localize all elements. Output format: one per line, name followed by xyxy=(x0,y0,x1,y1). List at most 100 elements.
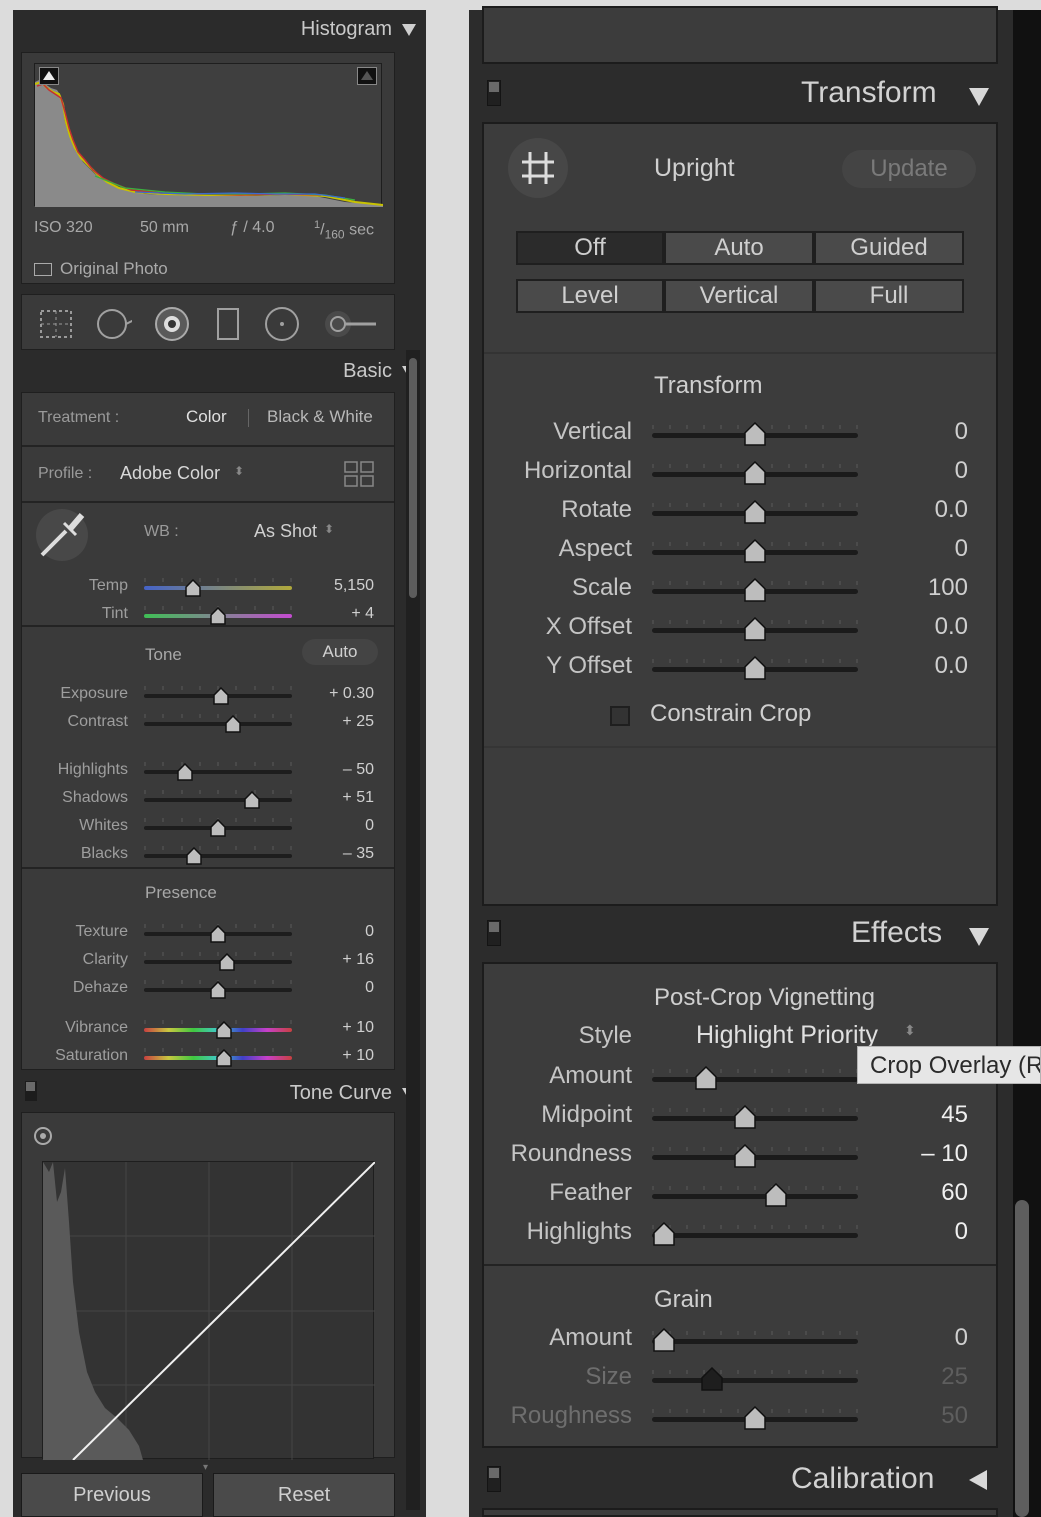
scrollbar-thumb[interactable] xyxy=(1015,1200,1029,1517)
slider-thumb[interactable] xyxy=(210,924,226,943)
slider-thumb[interactable] xyxy=(694,1065,717,1090)
treatment-bw-button[interactable]: Black & White xyxy=(267,407,373,427)
vignette-style-dropdown[interactable]: Highlight Priority xyxy=(696,1021,878,1050)
profile-dropdown[interactable]: Adobe Color xyxy=(120,463,220,484)
slider-value[interactable]: + 51 xyxy=(304,789,374,807)
slider-value[interactable]: – 10 xyxy=(868,1140,968,1168)
upright-auto-button[interactable]: Auto xyxy=(664,231,814,265)
slider-thumb[interactable] xyxy=(764,1182,787,1207)
slider-track[interactable] xyxy=(652,1186,858,1199)
constrain-crop-checkbox[interactable] xyxy=(610,706,630,726)
slider-thumb[interactable] xyxy=(177,762,194,781)
left-scrollbar[interactable] xyxy=(406,350,420,1510)
slider-thumb[interactable] xyxy=(700,1366,723,1391)
slider-value[interactable]: + 4 xyxy=(304,605,374,623)
slider-track[interactable] xyxy=(144,762,292,774)
slider-thumb[interactable] xyxy=(744,616,766,641)
red-eye-icon[interactable] xyxy=(154,306,190,342)
slider-value[interactable]: – 50 xyxy=(304,761,374,779)
aspect-slider-row[interactable]: Aspect 0 xyxy=(484,533,1000,567)
slider-thumb[interactable] xyxy=(744,577,766,602)
roundness-slider-row[interactable]: Roundness – 10 xyxy=(484,1138,1000,1172)
tone-curve-graph[interactable] xyxy=(42,1161,376,1461)
auto-tone-button[interactable]: Auto xyxy=(302,639,378,665)
upright-crop-guide-icon[interactable] xyxy=(508,138,568,198)
slider-thumb[interactable] xyxy=(653,1327,676,1352)
slider-thumb[interactable] xyxy=(210,606,226,625)
whites-slider-row[interactable]: Whites 0 xyxy=(22,813,396,841)
highlight-clipping-icon[interactable] xyxy=(357,67,377,85)
upright-full-button[interactable]: Full xyxy=(814,279,964,313)
slider-value[interactable]: – 35 xyxy=(304,845,374,863)
slider-value[interactable]: 25 xyxy=(868,1363,968,1391)
slider-thumb[interactable] xyxy=(744,538,766,563)
graduated-filter-icon[interactable] xyxy=(210,306,246,342)
slider-value[interactable]: 5,150 xyxy=(304,577,374,595)
slider-track[interactable] xyxy=(144,714,292,726)
upright-off-button[interactable]: Off xyxy=(516,231,664,265)
slider-value[interactable]: 0.0 xyxy=(868,652,968,680)
slider-track[interactable] xyxy=(652,1331,858,1344)
crop-icon[interactable] xyxy=(38,306,74,342)
slider-track[interactable] xyxy=(652,1370,858,1383)
contrast-slider-row[interactable]: Contrast + 25 xyxy=(22,709,396,737)
panel-toggle-switch[interactable] xyxy=(487,80,501,106)
x-offset-slider-row[interactable]: X Offset 0.0 xyxy=(484,611,1000,645)
slider-thumb[interactable] xyxy=(744,655,766,680)
exposure-slider-row[interactable]: Exposure + 0.30 xyxy=(22,681,396,709)
tone-curve-title[interactable]: Tone Curve xyxy=(290,1082,392,1105)
slider-thumb[interactable] xyxy=(733,1143,756,1168)
radial-filter-icon[interactable] xyxy=(264,306,300,342)
panel-toggle-switch[interactable] xyxy=(25,1081,37,1101)
slider-thumb[interactable] xyxy=(185,578,201,597)
slider-thumb[interactable] xyxy=(210,818,226,837)
effects-title[interactable]: Effects xyxy=(851,916,942,950)
update-button[interactable]: Update xyxy=(842,150,976,188)
roughness-slider-row[interactable]: Roughness 50 xyxy=(484,1400,1000,1434)
amount-slider-row[interactable]: Amount 0 xyxy=(484,1322,1000,1356)
slider-thumb[interactable] xyxy=(210,980,226,999)
previous-button[interactable]: Previous xyxy=(21,1473,203,1517)
slider-track[interactable] xyxy=(144,846,292,858)
temp-slider-row[interactable]: Temp 5,150 xyxy=(22,573,396,601)
slider-thumb[interactable] xyxy=(219,952,235,971)
horizontal-slider-row[interactable]: Horizontal 0 xyxy=(484,455,1000,489)
texture-slider-row[interactable]: Texture 0 xyxy=(22,919,396,947)
slider-value[interactable]: + 10 xyxy=(304,1019,374,1037)
slider-value[interactable]: + 25 xyxy=(304,713,374,731)
highlights-slider-row[interactable]: Highlights 0 xyxy=(484,1216,1000,1250)
panel-toggle-switch[interactable] xyxy=(487,1466,501,1492)
slider-thumb[interactable] xyxy=(244,790,260,809)
wb-dropdown[interactable]: As Shot xyxy=(254,521,317,542)
slider-thumb[interactable] xyxy=(216,1020,232,1039)
slider-value[interactable]: 0 xyxy=(868,457,968,485)
spot-removal-icon[interactable] xyxy=(96,306,132,342)
right-scrollbar[interactable] xyxy=(1013,10,1041,1517)
scale-slider-row[interactable]: Scale 100 xyxy=(484,572,1000,606)
feather-slider-row[interactable]: Feather 60 xyxy=(484,1177,1000,1211)
slider-thumb[interactable] xyxy=(744,460,766,485)
adjustment-brush-icon[interactable] xyxy=(322,306,378,342)
upright-vertical-button[interactable]: Vertical xyxy=(664,279,814,313)
collapse-triangle-icon[interactable] xyxy=(402,24,416,36)
slider-value[interactable]: 60 xyxy=(868,1179,968,1207)
collapse-triangle-icon[interactable] xyxy=(969,88,989,106)
highlights-slider-row[interactable]: Highlights – 50 xyxy=(22,757,396,785)
slider-track[interactable] xyxy=(144,790,292,802)
slider-value[interactable]: 0 xyxy=(304,979,374,997)
profile-browser-grid-icon[interactable] xyxy=(344,461,374,487)
slider-thumb[interactable] xyxy=(225,714,241,733)
slider-thumb[interactable] xyxy=(744,421,766,446)
original-photo-checkbox[interactable] xyxy=(34,263,52,276)
slider-value[interactable]: 0 xyxy=(868,1218,968,1246)
slider-value[interactable]: 0 xyxy=(868,535,968,563)
reset-button[interactable]: Reset xyxy=(213,1473,395,1517)
slider-value[interactable]: 50 xyxy=(868,1402,968,1430)
saturation-slider-row[interactable]: Saturation + 10 xyxy=(22,1043,396,1071)
transform-title[interactable]: Transform xyxy=(801,76,937,110)
slider-thumb[interactable] xyxy=(213,686,229,705)
slider-value[interactable]: 0 xyxy=(304,817,374,835)
basic-title[interactable]: Basic xyxy=(343,360,392,383)
slider-value[interactable]: 100 xyxy=(868,574,968,602)
slider-track[interactable] xyxy=(144,578,292,590)
